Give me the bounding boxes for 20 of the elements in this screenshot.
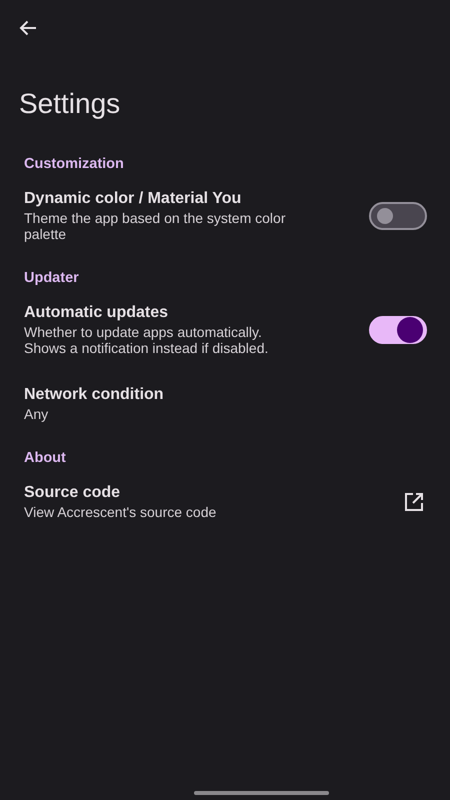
setting-title: Automatic updates (24, 304, 170, 322)
section-header: Updater (23, 269, 80, 288)
setting-title: Network condition (24, 386, 164, 404)
external-link-icon (402, 490, 426, 514)
setting-row[interactable]: Network condition Any (0, 376, 450, 442)
toggle-switch[interactable] (369, 202, 427, 230)
page-title: Settings (19, 88, 122, 120)
setting-title: Dynamic color / Material You (24, 190, 242, 208)
setting-title: Source code (24, 484, 122, 502)
setting-description: Whether to update apps automatically. Shows a notification instead if disabled. (24, 324, 270, 356)
toggle-switch[interactable] (369, 316, 427, 344)
setting-description: View Accrescent's source code (24, 504, 216, 520)
setting-row[interactable]: Source code View Accrescent's source code (0, 474, 450, 540)
setting-row[interactable]: Dynamic color / Material You Theme the app based on the system color palette (0, 180, 450, 262)
setting-row[interactable]: Automatic updates Whether to update apps automatically. Shows a notification instead if disabled. (0, 294, 450, 376)
setting-description: Any (24, 406, 50, 422)
setting-description: Theme the app based on the system color palette (24, 210, 286, 242)
section-header: About (23, 449, 67, 468)
back-arrow-icon (18, 18, 38, 38)
section-header: Customization (23, 155, 125, 174)
